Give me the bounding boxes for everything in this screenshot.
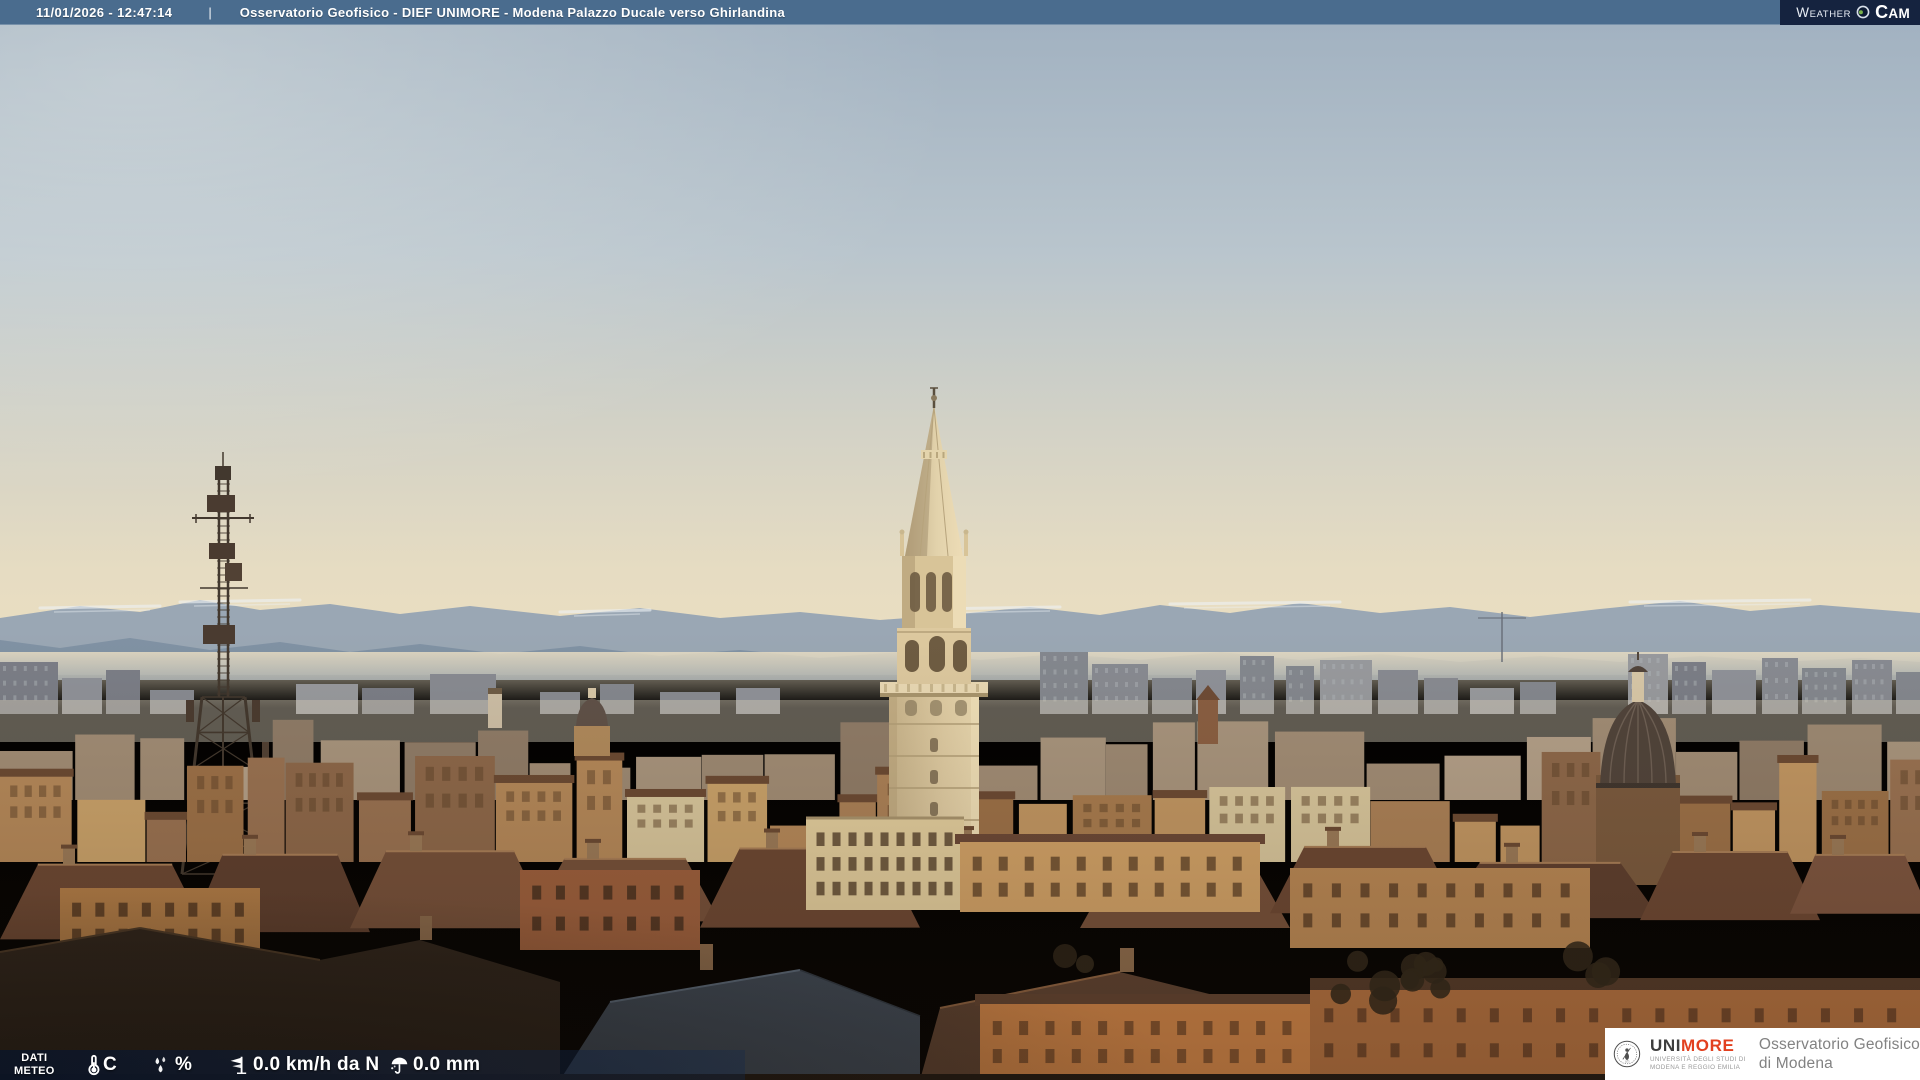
brand-uni: UNI <box>1649 1036 1682 1056</box>
separator: | <box>208 4 212 20</box>
weathercam-globe-icon <box>1856 5 1870 19</box>
rain-value: 0.0 mm <box>413 1054 481 1075</box>
wind-value: 0.0 km/h da N <box>253 1054 380 1075</box>
weathercam-logo[interactable]: Weather Cam <box>1780 0 1920 25</box>
droplets-icon <box>155 1056 166 1073</box>
svg-text:1175: 1175 <box>1625 1061 1631 1064</box>
unimore-logo[interactable]: 1175 UNIMORE UNIVERSITÀ DEGLI STUDI DI M… <box>1605 1028 1920 1080</box>
webcam-page: 11/01/2026 - 12:47:14 | Osservatorio Geo… <box>0 0 1920 1080</box>
datetime-text: 11/01/2026 - 12:47:14 <box>36 4 173 20</box>
unimore-brand: UNIMORE UNIVERSITÀ DEGLI STUDI DI MODENA… <box>1650 1037 1746 1070</box>
topbar: 11/01/2026 - 12:47:14 | Osservatorio Geo… <box>0 0 1920 25</box>
brand-subtitle: UNIVERSITÀ DEGLI STUDI DI MODENA E REGGI… <box>1649 1056 1746 1071</box>
observatory-name: Osservatorio Geofisico di Modena <box>1758 1036 1920 1072</box>
meteobar: DATI METEO C % 0.0 km/h da N 0.0 mm <box>0 1050 745 1080</box>
umbrella-icon <box>391 1057 408 1074</box>
camera-title: Osservatorio Geofisico - DIEF UNIMORE - … <box>239 4 785 20</box>
webcam-photo <box>0 25 1920 1080</box>
wind-flag-icon <box>230 1056 247 1074</box>
temperature-value: C <box>103 1054 118 1075</box>
light-veil <box>0 630 1920 1080</box>
weathercam-part2: Cam <box>1875 1 1910 22</box>
unimore-seal-icon: 1175 <box>1613 1040 1641 1068</box>
thermometer-icon <box>88 1054 100 1075</box>
humidity-value: % <box>175 1054 193 1075</box>
weathercam-part1: Weather <box>1796 4 1852 20</box>
brand-more: MORE <box>1681 1036 1735 1056</box>
dati-meteo-label: DATI METEO <box>14 1052 55 1077</box>
